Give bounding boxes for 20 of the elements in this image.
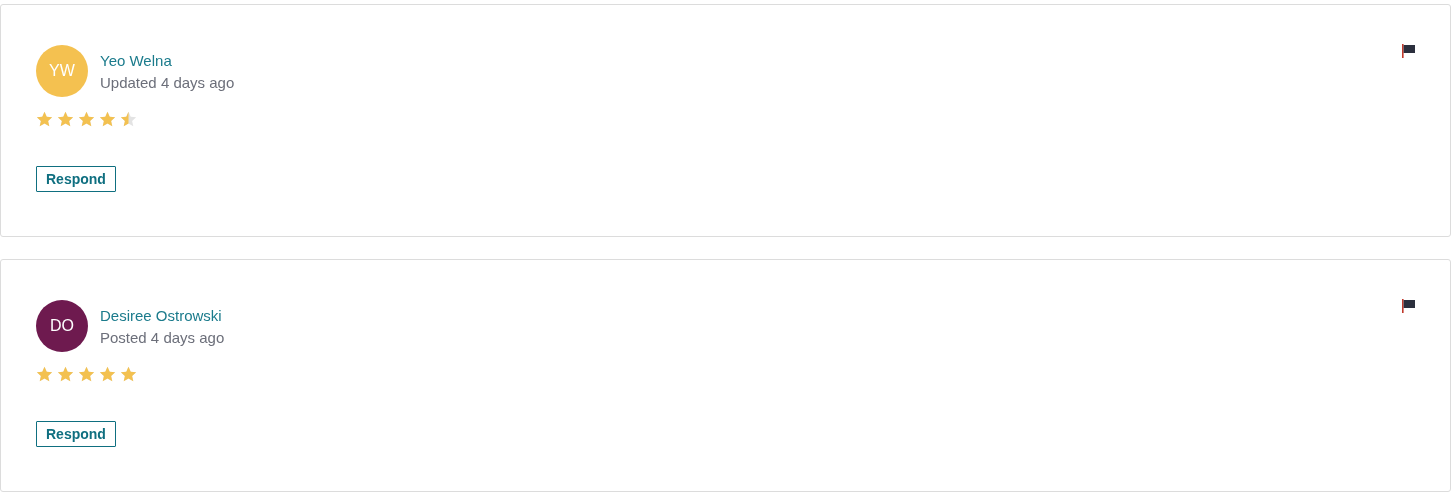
star-icon xyxy=(36,366,53,383)
star-icon xyxy=(57,111,74,128)
review-time: Updated 4 days ago xyxy=(100,73,235,91)
star-icon xyxy=(36,111,53,128)
star-icon xyxy=(57,366,74,383)
reviewer-name[interactable]: Yeo Welna xyxy=(100,51,235,69)
star-icon xyxy=(78,366,95,383)
star-icon xyxy=(120,366,137,383)
avatar: YW xyxy=(36,45,88,97)
respond-button[interactable]: Respond xyxy=(36,166,116,192)
respond-button[interactable]: Respond xyxy=(36,421,116,447)
flag-icon[interactable] xyxy=(1401,298,1417,314)
review-time: Posted 4 days ago xyxy=(100,328,225,346)
flag-icon[interactable] xyxy=(1401,43,1417,59)
star-icon xyxy=(78,111,95,128)
reviewer-name[interactable]: Desiree Ostrowski xyxy=(100,306,225,324)
star-icon xyxy=(99,111,116,128)
star-icon xyxy=(99,366,116,383)
star-icon xyxy=(120,111,137,128)
avatar: DO xyxy=(36,300,88,352)
